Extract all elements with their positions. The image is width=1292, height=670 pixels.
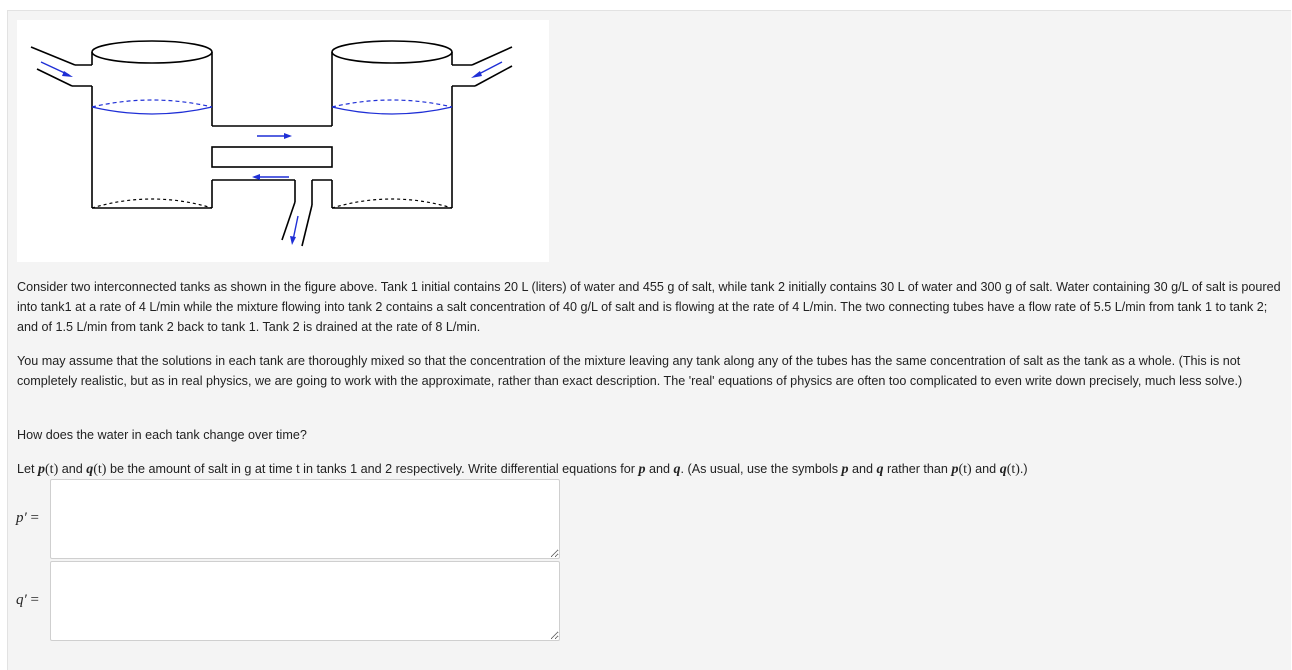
math-var-q: q — [673, 462, 681, 477]
problem-paragraph-1: Consider two interconnected tanks as sho… — [17, 280, 1281, 334]
inlet-pipe-1 — [30, 46, 92, 87]
tank-1 — [91, 40, 213, 209]
tank-2 — [331, 40, 453, 209]
instruction-text: and — [848, 462, 877, 476]
inlet-pipe-2 — [452, 46, 513, 87]
lower-connecting-tube — [212, 179, 332, 247]
math-var-p: p(t) — [951, 462, 972, 477]
q-prime-answer-field[interactable] — [50, 561, 560, 641]
p-prime-label: p′ = — [16, 510, 39, 526]
problem-paragraph-3: How does the water in each tank change o… — [17, 428, 307, 442]
upper-connecting-tube — [211, 125, 333, 168]
instruction-text: Let — [17, 462, 39, 476]
problem-paragraph-4: Let p(t) and q(t) be the amount of salt … — [17, 459, 1287, 480]
q-prime-label: q′ = — [16, 592, 39, 608]
math-var-p: p — [841, 462, 849, 477]
instruction-text: and — [971, 462, 1000, 476]
p-prime-answer-field[interactable] — [50, 479, 560, 559]
tank-diagram-svg — [30, 40, 513, 247]
problem-paragraph-2: You may assume that the solutions in eac… — [17, 354, 1243, 388]
flow-arrows — [40, 61, 503, 245]
instruction-text: rather than — [883, 462, 952, 476]
math-var-q: q(t) — [999, 462, 1020, 477]
instruction-text: and — [645, 462, 674, 476]
math-var-p: p — [638, 462, 646, 477]
tank-bottom-lines — [91, 198, 453, 209]
math-var-q: q(t) — [86, 462, 107, 477]
math-var-p: p(t) — [38, 462, 59, 477]
instruction-text: .) — [1019, 462, 1028, 476]
instruction-text: . (As usual, use the symbols — [680, 462, 842, 476]
math-var-q: q — [876, 462, 884, 477]
instruction-text: and — [58, 462, 87, 476]
two-tank-diagram — [17, 20, 549, 262]
instruction-text: be the amount of salt in g at time t in … — [106, 462, 639, 476]
water-surface-lines — [91, 99, 453, 115]
